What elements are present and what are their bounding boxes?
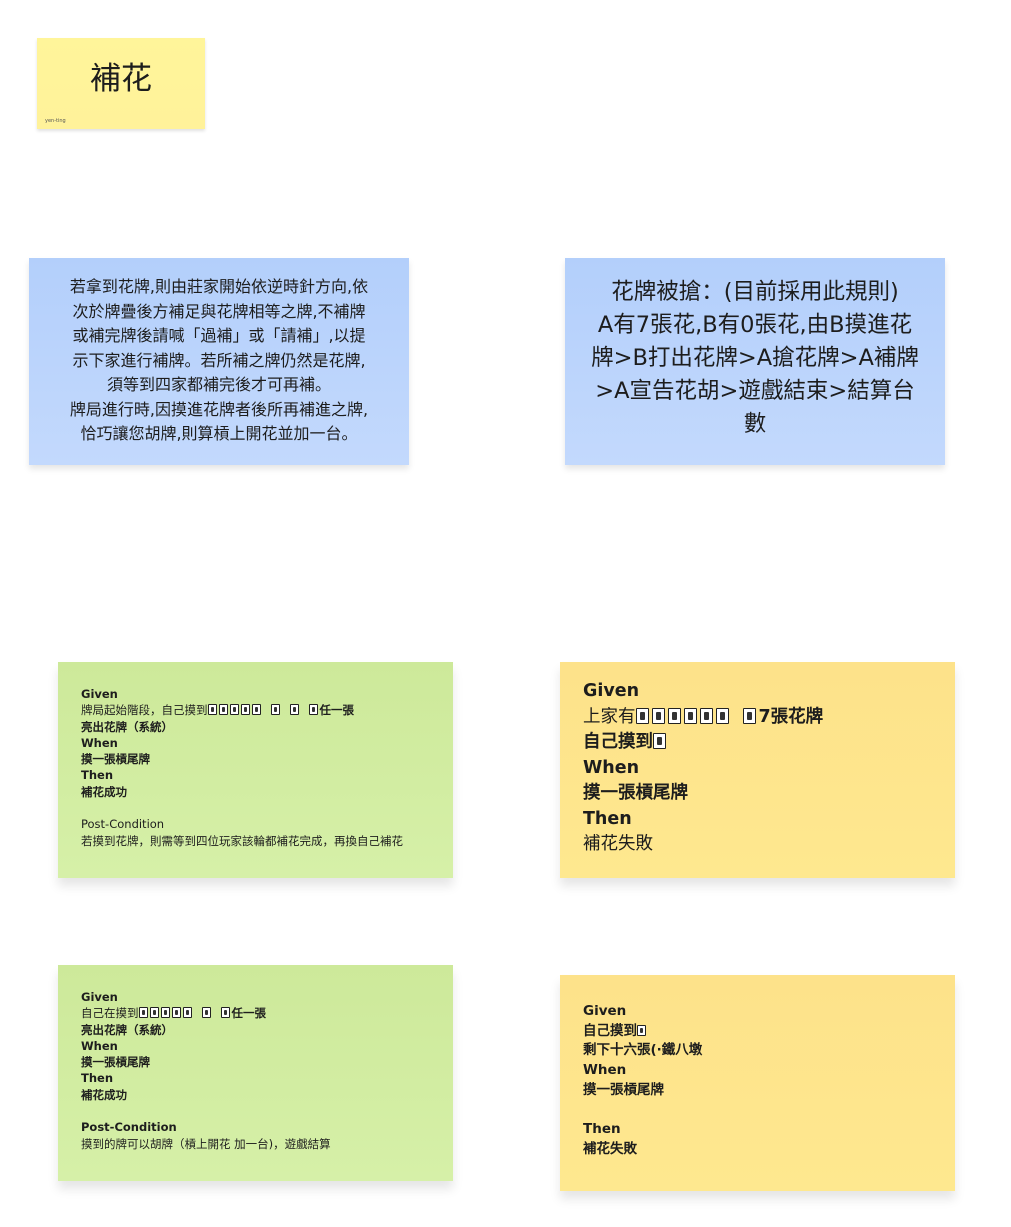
scenario-sticky-note-1[interactable]: Given 牌局起始階段，自己摸到 任一張 亮出花牌（系統） When 摸一張槓尾… <box>58 662 453 878</box>
given-heading: Given <box>81 687 118 701</box>
note-author: yen-ting <box>45 118 66 124</box>
rule-line: 牌局進行時,因摸進花牌者後所再補進之牌, <box>69 399 369 419</box>
rule-line: A有7張花,B有0張花,由B摸進花 <box>597 312 913 338</box>
scenario-sticky-note-3[interactable]: Given 自己在摸到 任一張 亮出花牌（系統） When 摸一張槓尾牌 Then… <box>58 965 453 1181</box>
given-heading: Given <box>583 1003 627 1019</box>
title-sticky-note[interactable]: 補花 yen-ting <box>37 38 205 129</box>
rule-line: 次於牌疊後方補足與花牌相等之牌,不補牌 <box>72 301 366 321</box>
when-text: 摸一張槓尾牌 <box>583 783 688 803</box>
when-heading: When <box>81 1038 118 1053</box>
given-text-2: 亮出花牌（系統） <box>81 719 173 734</box>
then-heading: Then <box>583 808 632 829</box>
post-condition-heading: Post-Condition <box>81 817 165 832</box>
flower-tiles-icon <box>635 707 759 727</box>
flower-tile-icon <box>653 733 666 749</box>
then-heading: Then <box>583 1121 621 1138</box>
rule-line: 若拿到花牌,則由莊家開始依逆時針方向,依 <box>69 277 369 296</box>
then-text: 補花成功 <box>81 784 127 799</box>
flower-tiles-icon <box>138 1006 232 1020</box>
given-text-2: 剩下十六張(·鐵八墩 <box>583 1042 703 1059</box>
rule-note-body: 花牌被搶：(目前採用此規則) A有7張花,B有0張花,由B摸進花 牌>B打出花牌… <box>579 276 931 441</box>
scenario-sticky-note-4[interactable]: Given 自己摸到 剩下十六張(·鐵八墩 When 摸一張槓尾牌 Then 補… <box>560 975 955 1191</box>
post-condition-text: 摸到的牌可以胡牌（槓上開花 加一台)，遊戲結算 <box>81 1136 331 1151</box>
rule-line: 牌>B打出花牌>A搶花牌>A補牌 <box>591 345 919 371</box>
post-condition-text: 若摸到花牌，則需等到四位玩家該輪都補花完成，再換自己補花 <box>81 833 403 848</box>
given-text: 上家有 7張花牌 <box>583 706 824 727</box>
given-heading: Given <box>81 990 118 1004</box>
when-heading: When <box>81 735 118 750</box>
post-condition-heading: Post-Condition <box>81 1120 177 1135</box>
rule-line: 花牌被搶：(目前採用此規則) <box>611 279 899 305</box>
then-heading: Then <box>81 768 114 783</box>
rule-sticky-note-robbed[interactable]: 花牌被搶：(目前採用此規則) A有7張花,B有0張花,由B摸進花 牌>B打出花牌… <box>565 258 945 465</box>
when-heading: When <box>583 1062 627 1079</box>
rule-line: 示下家進行補牌。若所補之牌仍然是花牌, <box>72 350 366 370</box>
flower-tile-icon <box>637 1024 646 1036</box>
rule-line: 數 <box>743 411 767 437</box>
flower-tiles-icon <box>207 703 320 717</box>
rule-note-body: 若拿到花牌,則由莊家開始依逆時針方向,依 次於牌疊後方補足與花牌相等之牌,不補牌… <box>47 275 391 447</box>
when-text: 摸一張槓尾牌 <box>81 1055 150 1070</box>
given-text: 牌局起始階段，自己摸到 任一張 <box>81 703 354 718</box>
given-text: 自己摸到 <box>583 1022 955 1042</box>
scenario-sticky-note-2[interactable]: Given 上家有 7張花牌 自己摸到 When 摸一張槓尾牌 Then 補花失敗 <box>560 662 955 878</box>
rule-line: 恰巧讓您胡牌,則算槓上開花並加一台。 <box>80 424 358 443</box>
then-text: 補花失敗 <box>583 834 653 854</box>
given-text-2: 亮出花牌（系統） <box>81 1022 173 1037</box>
rule-sticky-note-draw[interactable]: 若拿到花牌,則由莊家開始依逆時針方向,依 次於牌疊後方補足與花牌相等之牌,不補牌… <box>29 258 409 465</box>
given-text: 自己在摸到 任一張 <box>81 1006 266 1021</box>
when-heading: When <box>583 757 640 778</box>
rule-line: 或補完牌後請喊「過補」或「請補」,以提 <box>72 326 366 345</box>
given-heading: Given <box>583 681 640 701</box>
rule-line: >A宣告花胡>遊戲結束>結算台 <box>595 378 915 404</box>
rule-line: 須等到四家都補完後才可再補。 <box>106 375 331 394</box>
then-heading: Then <box>81 1071 114 1086</box>
given-text-2: 自己摸到 <box>583 730 955 756</box>
when-text: 摸一張槓尾牌 <box>81 752 150 767</box>
then-text: 補花失敗 <box>583 1140 637 1157</box>
note-title: 補花 <box>90 61 152 97</box>
when-text: 摸一張槓尾牌 <box>583 1081 664 1098</box>
then-text: 補花成功 <box>81 1087 127 1102</box>
